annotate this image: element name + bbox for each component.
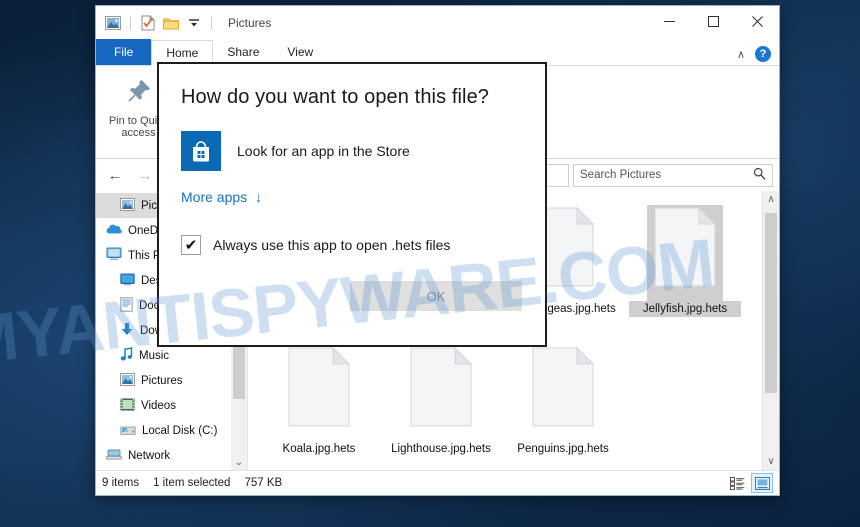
qat-divider-1 <box>130 16 131 30</box>
pictures-icon <box>120 198 135 214</box>
always-use-checkbox-row[interactable]: ✔ Always use this app to open .hets file… <box>181 235 523 255</box>
details-view-icon <box>730 477 745 490</box>
qat-divider-2 <box>211 16 212 30</box>
scroll-up-icon[interactable]: ∧ <box>763 194 779 205</box>
sidebar-item-label: Local Disk (C:) <box>142 425 217 437</box>
desktop-icon <box>120 273 135 289</box>
search-icon[interactable] <box>753 167 766 183</box>
tab-file[interactable]: File <box>96 39 151 65</box>
search-placeholder: Search Pictures <box>580 169 661 181</box>
file-name: Penguins.jpg.hets <box>507 441 619 457</box>
list-item[interactable]: Lighthouse.jpg.hets <box>380 341 502 470</box>
window-title: Pictures <box>228 16 271 30</box>
window-titlebar: Pictures <box>96 6 779 40</box>
more-apps-link[interactable]: More apps ↓ <box>181 189 523 205</box>
downloads-icon <box>120 322 134 340</box>
quick-access-toolbar: Pictures <box>96 14 271 32</box>
forward-button[interactable]: → <box>132 163 158 187</box>
videos-icon <box>120 398 135 414</box>
back-button[interactable]: ← <box>102 163 128 187</box>
store-app-label: Look for an app in the Store <box>237 143 410 159</box>
sidebar-item-pictures[interactable]: Pictures <box>96 368 247 393</box>
large-icons-view-button[interactable] <box>751 473 773 493</box>
always-use-checkbox-label: Always use this app to open .hets files <box>213 237 450 253</box>
pictures-icon <box>120 373 135 389</box>
sidebar-item-label: Music <box>139 350 169 362</box>
open-with-dialog: How do you want to open this file? Look … <box>157 62 547 347</box>
store-app-option[interactable]: Look for an app in the Store <box>181 131 523 171</box>
details-view-button[interactable] <box>726 473 748 493</box>
onedrive-icon <box>106 223 122 238</box>
selection-status: 1 item selected <box>153 477 230 489</box>
disk-icon <box>120 423 136 439</box>
selection-size: 757 KB <box>244 477 282 489</box>
music-icon <box>120 347 133 365</box>
file-list-scrollbar-thumb[interactable] <box>765 213 777 393</box>
ok-button[interactable]: OK <box>350 281 522 311</box>
pin-icon <box>124 76 154 111</box>
arrow-down-icon: ↓ <box>255 189 262 205</box>
sidebar-item-network[interactable]: Network <box>96 443 247 468</box>
generic-file-icon <box>281 345 357 441</box>
always-use-checkbox[interactable]: ✔ <box>181 235 201 255</box>
maximize-button[interactable] <box>691 6 735 37</box>
customize-qat-icon[interactable] <box>185 14 203 32</box>
file-name: Jellyfish.jpg.hets <box>629 301 741 317</box>
list-item[interactable]: Koala.jpg.hets <box>258 341 380 470</box>
file-list-scrollbar[interactable]: ∧ ∨ <box>762 191 779 470</box>
thispc-icon <box>106 247 122 264</box>
help-icon[interactable]: ? <box>755 46 771 62</box>
status-bar: 9 items 1 item selected 757 KB <box>96 470 779 495</box>
sidebar-item-label: Network <box>128 450 170 462</box>
view-buttons <box>726 473 773 493</box>
sidebar-item-label: Pictures <box>141 375 183 387</box>
list-item[interactable]: Penguins.jpg.hets <box>502 341 624 470</box>
documents-icon <box>120 297 133 315</box>
chevron-up-icon[interactable]: ∧ <box>737 48 745 61</box>
large-icons-view-icon <box>755 477 770 490</box>
properties-quick-icon[interactable] <box>139 14 157 32</box>
ribbon-tabstrip-right: ∧ ? <box>737 46 779 65</box>
file-name: Lighthouse.jpg.hets <box>385 441 497 457</box>
navigation-scroll-down-icon[interactable]: ⌄ <box>231 457 247 468</box>
generic-file-icon <box>403 345 479 441</box>
window-controls <box>647 6 779 40</box>
close-button[interactable] <box>735 6 779 37</box>
more-apps-label: More apps <box>181 189 247 205</box>
file-name: Koala.jpg.hets <box>263 441 375 457</box>
dialog-title: How do you want to open this file? <box>181 86 523 109</box>
generic-file-icon <box>647 205 723 301</box>
generic-file-icon <box>525 345 601 441</box>
list-item[interactable]: Jellyfish.jpg.hets <box>624 201 746 341</box>
network-icon <box>106 448 122 463</box>
windows-store-icon <box>181 131 221 171</box>
minimize-button[interactable] <box>647 6 691 37</box>
item-count: 9 items <box>102 477 139 489</box>
scroll-down-icon[interactable]: ∨ <box>763 456 779 467</box>
sidebar-item-videos[interactable]: Videos <box>96 393 247 418</box>
search-input[interactable]: Search Pictures <box>573 164 773 187</box>
sidebar-item-local-disk[interactable]: Local Disk (C:) <box>96 418 247 443</box>
explorer-icon[interactable] <box>104 14 122 32</box>
sidebar-item-label: Videos <box>141 400 176 412</box>
new-folder-quick-icon[interactable] <box>162 14 180 32</box>
